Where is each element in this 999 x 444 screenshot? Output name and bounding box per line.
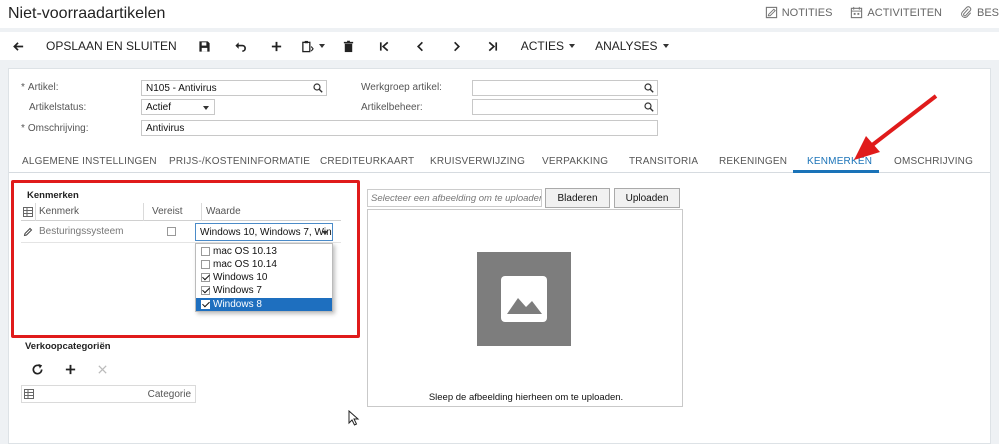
chevron-left-icon (417, 41, 424, 51)
column-header-categorie[interactable]: Categorie (148, 389, 191, 400)
first-page-icon (380, 41, 389, 51)
upload-file-input[interactable]: Selecteer een afbeelding om te uploaden. (367, 189, 542, 207)
chevron-down-icon (318, 44, 325, 48)
drop-hint: Sleep de afbeelding hierheen om te uploa… (428, 392, 624, 403)
chevron-down-icon (662, 44, 669, 48)
tab-crediteurkaart[interactable]: CREDITEURKAART (320, 156, 414, 167)
previous-record-button[interactable] (403, 34, 439, 58)
add-category-button[interactable] (54, 357, 87, 381)
mouse-cursor-icon (348, 410, 360, 426)
title-bar: Niet-voorraadartikelen NOTITIES ACTIVITE… (0, 0, 999, 28)
verkoop-title: Verkoopcategoriën (25, 341, 111, 352)
tab-verpakking[interactable]: VERPAKKING (542, 156, 608, 167)
image-icon (501, 276, 547, 322)
top-links: NOTITIES ACTIVITEITEN BES (765, 6, 999, 19)
status-select[interactable]: Actief (141, 99, 215, 115)
close-icon (98, 364, 107, 374)
last-page-icon (488, 41, 498, 51)
search-icon[interactable] (313, 83, 323, 93)
search-icon[interactable] (644, 83, 654, 93)
activities-link[interactable]: ACTIVITEITEN (850, 6, 942, 19)
analyses-menu[interactable]: ANALYSES (585, 34, 678, 58)
tab-kruisverwijzing[interactable]: KRUISVERWIJZING (430, 156, 525, 167)
image-upload-panel: Selecteer een afbeelding om te uploaden.… (367, 187, 683, 407)
artikel-field[interactable]: N105 - Antivirus (141, 80, 327, 96)
analyses-label: ANALYSES (595, 39, 658, 53)
copy-paste-button[interactable] (295, 34, 331, 58)
status-label: Artikelstatus: (29, 102, 87, 113)
active-tab-indicator (793, 170, 879, 173)
notes-label: NOTITIES (781, 6, 833, 19)
calendar-icon (851, 6, 863, 19)
werkgroep-label: Werkgroep artikel: (361, 82, 442, 93)
tab-omschrijving[interactable]: OMSCHRIJVING (894, 156, 973, 167)
tab-algemene-instellingen[interactable]: ALGEMENE INSTELLINGEN (22, 156, 157, 167)
main-toolbar: OPSLAAN EN SLUITEN ACTIES ANALYSES (0, 32, 999, 60)
main-panel: * Artikel: N105 - Antivirus Artikelstatus… (8, 68, 991, 444)
notes-link[interactable]: NOTITIES (765, 6, 833, 19)
werkgroep-field[interactable] (472, 80, 658, 96)
red-highlight-box (11, 180, 360, 338)
actions-label: ACTIES (520, 39, 565, 53)
omschrijving-label: * Omschrijving: (21, 123, 89, 134)
first-record-button[interactable] (367, 34, 403, 58)
image-drop-area[interactable]: Sleep de afbeelding hierheen om te uploa… (367, 209, 683, 407)
notes-icon (765, 6, 777, 19)
undo-icon (235, 41, 247, 52)
beheer-field[interactable] (472, 99, 658, 115)
add-button[interactable] (259, 34, 295, 58)
tab-rekeningen[interactable]: REKENINGEN (719, 156, 787, 167)
chevron-down-icon (569, 44, 576, 48)
attachments-link[interactable]: BES (960, 6, 999, 19)
verkoop-toolbar (21, 355, 119, 383)
back-button[interactable] (0, 34, 36, 58)
categorie-grid-header: Categorie (21, 385, 196, 403)
clipboard-icon (301, 40, 314, 52)
page-title: Niet-voorraadartikelen (8, 5, 166, 22)
arrow-left-icon (12, 41, 23, 51)
save-close-button[interactable]: OPSLAAN EN SLUITEN (36, 34, 187, 58)
delete-button[interactable] (331, 34, 367, 58)
chevron-down-icon (203, 106, 209, 110)
tab-prijs-kosteninformatie[interactable]: PRIJS-/KOSTENINFORMATIE (169, 156, 310, 167)
tab-bar: ALGEMENE INSTELLINGEN PRIJS-/KOSTENINFOR… (9, 153, 990, 173)
activities-label: ACTIVITEITEN (867, 6, 942, 19)
undo-button[interactable] (223, 34, 259, 58)
omschrijving-field[interactable]: Antivirus (141, 120, 658, 136)
upload-button[interactable]: Uploaden (614, 188, 680, 208)
actions-menu[interactable]: ACTIES (511, 34, 585, 58)
tab-transitoria[interactable]: TRANSITORIA (629, 156, 698, 167)
browse-button[interactable]: Bladeren (545, 188, 610, 208)
trash-icon (344, 40, 354, 52)
artikel-label: * Artikel: (21, 82, 59, 93)
image-placeholder (477, 252, 571, 346)
plus-icon (272, 41, 282, 51)
refresh-button[interactable] (21, 357, 54, 381)
chevron-right-icon (454, 41, 461, 51)
save-button[interactable] (187, 34, 223, 58)
grid-settings-icon[interactable] (24, 389, 34, 399)
floppy-disk-icon (199, 40, 210, 52)
paperclip-icon (961, 6, 972, 18)
tab-kenmerken[interactable]: KENMERKEN (807, 156, 872, 167)
search-icon[interactable] (644, 102, 654, 112)
refresh-icon (32, 363, 43, 375)
plus-icon (65, 364, 75, 374)
remove-category-button[interactable] (86, 357, 119, 381)
last-record-button[interactable] (475, 34, 511, 58)
beheer-label: Artikelbeheer: (361, 102, 423, 113)
attachments-label: BES (976, 6, 999, 19)
next-record-button[interactable] (439, 34, 475, 58)
